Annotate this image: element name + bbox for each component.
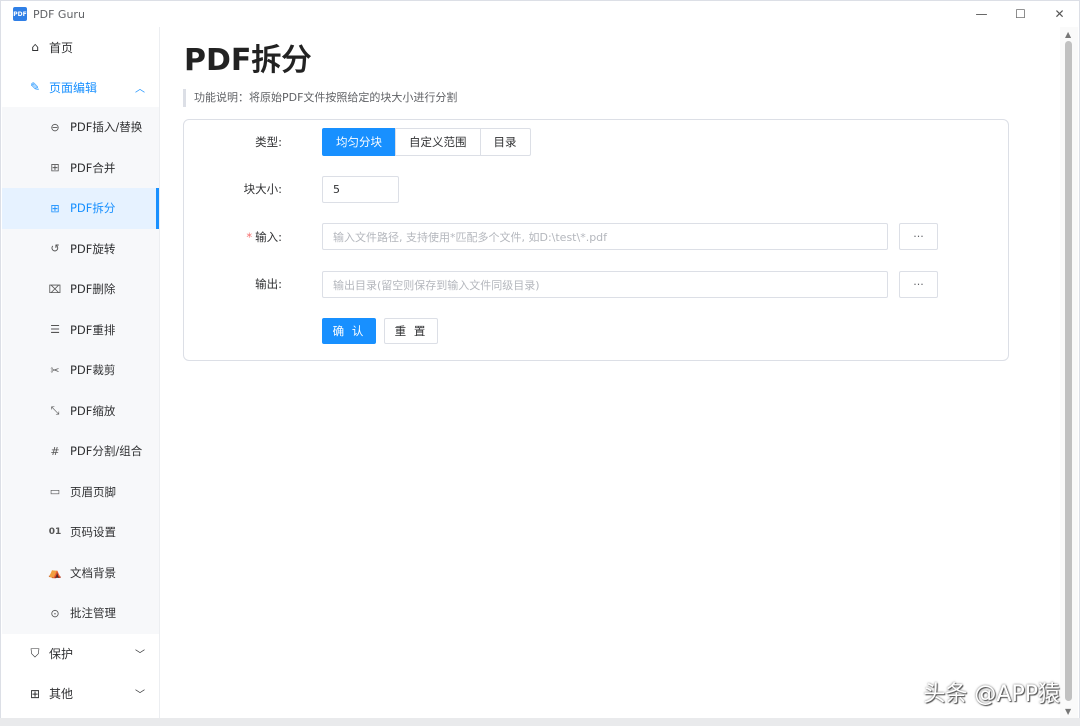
sidebar-item-label: PDF拆分 bbox=[70, 201, 116, 216]
main-content: PDF拆分 功能说明：将原始PDF文件按照给定的块大小进行分割 类型: 均匀分块… bbox=[161, 27, 1061, 719]
reset-button[interactable]: 重 置 bbox=[384, 318, 438, 344]
sidebar-item-label: 其他 bbox=[49, 687, 74, 701]
sidebar-item-pdf-delete[interactable]: ⌧ PDF删除 bbox=[2, 269, 159, 310]
sidebar-item-label: 页眉页脚 bbox=[70, 484, 116, 499]
sidebar-item-label: 首页 bbox=[49, 40, 74, 55]
sidebar-item-label: PDF分割/组合 bbox=[70, 444, 143, 459]
input-label: * 输入: bbox=[184, 229, 282, 245]
type-segmented-control: 均匀分块 自定义范围 目录 bbox=[322, 128, 531, 156]
app-logo-icon: PDF bbox=[13, 7, 27, 21]
feature-description: 功能说明：将原始PDF文件按照给定的块大小进行分割 bbox=[183, 89, 457, 107]
split-icon: ⊞ bbox=[50, 201, 60, 215]
sidebar-item-pdf-cut-combine[interactable]: # PDF分割/组合 bbox=[2, 431, 159, 472]
header-footer-icon: ▭ bbox=[49, 485, 61, 499]
sidebar-item-label: PDF旋转 bbox=[70, 241, 116, 256]
background-icon: ⛺ bbox=[48, 566, 62, 580]
sidebar-item-pdf-rotate[interactable]: ↺ PDF旋转 bbox=[2, 229, 159, 270]
page-edit-submenu: ⊖ PDF插入/替换 ⊞ PDF合并 ⊞ PDF拆分 ↺ PDF旋转 ⌧ PDF… bbox=[2, 107, 159, 634]
sidebar-item-label: PDF删除 bbox=[70, 282, 116, 297]
shrink-icon: ⤡ bbox=[50, 403, 60, 417]
sidebar-item-home[interactable]: ⌂ 首页 bbox=[2, 27, 159, 67]
shield-icon: ⛉ bbox=[30, 646, 40, 660]
sidebar-item-label: 批注管理 bbox=[70, 606, 116, 621]
confirm-button[interactable]: 确 认 bbox=[322, 318, 376, 344]
sidebar-item-pdf-crop[interactable]: ✂ PDF裁剪 bbox=[2, 350, 159, 391]
chevron-down-icon: ﹀ bbox=[135, 650, 145, 661]
chevron-down-icon: ﹀ bbox=[135, 690, 145, 701]
sidebar-item-label: PDF插入/替换 bbox=[70, 120, 143, 135]
home-icon: ⌂ bbox=[31, 40, 39, 54]
app-window: PDF PDF Guru — ☐ ✕ ⌂ 首页 ✎ 页面编辑 ︿ ⊖ PDF插入… bbox=[0, 0, 1080, 726]
input-path-field[interactable]: 输入文件路径, 支持使用*匹配多个文件, 如D:\test\*.pdf bbox=[322, 223, 888, 250]
required-mark: * bbox=[246, 230, 253, 244]
window-controls: — ☐ ✕ bbox=[962, 1, 1079, 27]
chunk-size-input[interactable]: 5 bbox=[322, 176, 399, 203]
title-bar: PDF PDF Guru — ☐ ✕ bbox=[1, 1, 1079, 27]
hash-icon: # bbox=[50, 444, 60, 458]
sidebar-item-label: PDF裁剪 bbox=[70, 363, 116, 378]
grid-icon: ⊞ bbox=[29, 686, 41, 701]
merge-icon: ⊞ bbox=[50, 161, 60, 175]
sidebar-item-pdf-split[interactable]: ⊞ PDF拆分 bbox=[2, 188, 159, 229]
chevron-up-icon: ︿ bbox=[135, 83, 145, 95]
output-path-field[interactable]: 输出目录(留空则保存到输入文件同级目录) bbox=[322, 271, 888, 298]
type-option-even-chunks[interactable]: 均匀分块 bbox=[322, 128, 396, 156]
type-option-bookmarks[interactable]: 目录 bbox=[479, 128, 531, 156]
scrollbar-thumb[interactable] bbox=[1065, 41, 1072, 701]
sidebar-item-page-number[interactable]: 01 页码设置 bbox=[2, 512, 159, 553]
type-label: 类型: bbox=[255, 135, 282, 149]
sidebar-item-comments[interactable]: ⊙ 批注管理 bbox=[2, 593, 159, 634]
sidebar-item-label: PDF合并 bbox=[70, 160, 116, 175]
sidebar: ⌂ 首页 ✎ 页面编辑 ︿ ⊖ PDF插入/替换 ⊞ PDF合并 ⊞ PDF拆分… bbox=[2, 27, 160, 719]
vertical-scrollbar[interactable]: ▲ ▼ bbox=[1060, 27, 1078, 719]
input-label-text: 输入: bbox=[255, 230, 282, 244]
sidebar-item-pdf-merge[interactable]: ⊞ PDF合并 bbox=[2, 148, 159, 189]
input-browse-button[interactable]: ··· bbox=[899, 223, 938, 250]
sidebar-item-label: 保护 bbox=[49, 647, 74, 661]
page-number-icon: 01 bbox=[48, 527, 62, 538]
type-option-custom-range[interactable]: 自定义范围 bbox=[395, 128, 481, 156]
sidebar-group-page-edit[interactable]: ✎ 页面编辑 ︿ bbox=[2, 67, 159, 107]
sidebar-item-label: 页面编辑 bbox=[49, 80, 98, 95]
list-icon: ☰ bbox=[50, 323, 60, 337]
sidebar-item-label: 文档背景 bbox=[70, 565, 116, 580]
edit-icon: ✎ bbox=[29, 80, 41, 94]
comment-icon: ⊙ bbox=[50, 606, 60, 620]
watermark: 头条 @APP猿 bbox=[923, 682, 1060, 707]
sidebar-item-pdf-insert[interactable]: ⊖ PDF插入/替换 bbox=[2, 107, 159, 148]
sidebar-item-label: PDF重排 bbox=[70, 322, 116, 337]
sidebar-item-pdf-scale[interactable]: ⤡ PDF缩放 bbox=[2, 391, 159, 432]
insert-icon: ⊖ bbox=[50, 120, 60, 134]
chunk-size-label: 块大小: bbox=[243, 182, 282, 196]
background-window-strip bbox=[0, 718, 1080, 726]
scissors-icon: ✂ bbox=[50, 363, 60, 377]
sidebar-item-background[interactable]: ⛺ 文档背景 bbox=[2, 553, 159, 594]
close-button[interactable]: ✕ bbox=[1040, 1, 1079, 27]
sidebar-item-header-footer[interactable]: ▭ 页眉页脚 bbox=[2, 472, 159, 513]
sidebar-item-label: 页码设置 bbox=[70, 525, 116, 540]
rotate-icon: ↺ bbox=[50, 242, 60, 256]
trash-icon: ⌧ bbox=[48, 282, 62, 296]
app-title: PDF Guru bbox=[33, 7, 85, 21]
minimize-button[interactable]: — bbox=[962, 1, 1001, 27]
maximize-button[interactable]: ☐ bbox=[1001, 1, 1040, 27]
scroll-up-arrow-icon[interactable]: ▲ bbox=[1065, 30, 1071, 39]
page-title: PDF拆分 bbox=[184, 43, 312, 78]
sidebar-group-other[interactable]: ⊞ 其他 ﹀ bbox=[2, 674, 159, 714]
scroll-down-arrow-icon[interactable]: ▼ bbox=[1065, 707, 1071, 716]
sidebar-group-protect[interactable]: ⛉ 保护 ﹀ bbox=[2, 634, 159, 674]
sidebar-item-pdf-reorder[interactable]: ☰ PDF重排 bbox=[2, 310, 159, 351]
sidebar-item-label: PDF缩放 bbox=[70, 403, 116, 418]
split-form: 类型: 均匀分块 自定义范围 目录 块大小: 5 * 输入: 输入文件路径, 支持… bbox=[183, 119, 1009, 361]
output-label: 输出: bbox=[255, 277, 282, 291]
output-browse-button[interactable]: ··· bbox=[899, 271, 938, 298]
